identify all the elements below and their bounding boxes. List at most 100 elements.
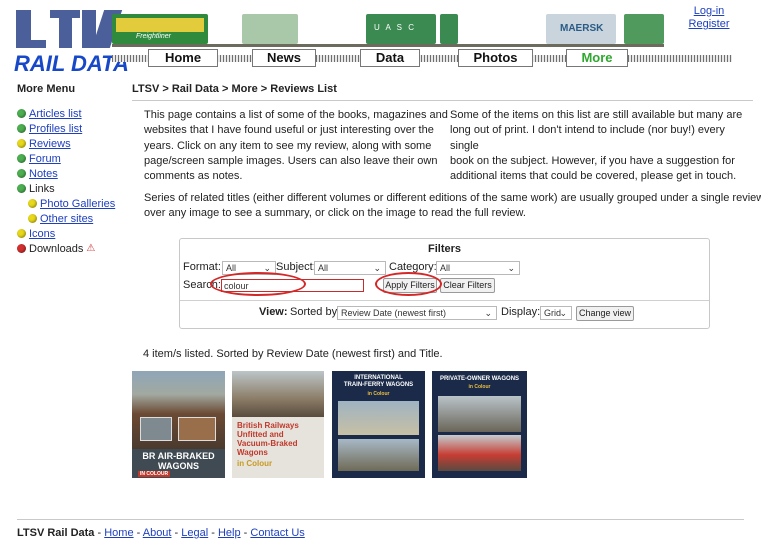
intro-line: page/screen sample images. Users can als…	[144, 154, 438, 167]
category-value: All	[440, 263, 451, 273]
status-dot-icon	[17, 229, 26, 238]
main-content: LTSV > Rail Data > More > Reviews List T…	[132, 83, 761, 478]
container-label: MAERSK	[560, 23, 604, 34]
series-line: Series of related titles (either differe…	[144, 192, 761, 204]
book-cover-unfitted-wagons[interactable]: British Railways Unfitted and Vacuum-Bra…	[232, 371, 324, 478]
chevron-down-icon: ⌄	[373, 263, 381, 273]
tab-home[interactable]: Home	[148, 49, 218, 67]
intro-line: additional items that could be covered, …	[450, 170, 737, 183]
intro-line: This page contains a list of some of the…	[144, 109, 448, 121]
sorted-by-label: Sorted by:	[290, 306, 341, 318]
sidebar-item[interactable]: Photo Galleries	[17, 196, 127, 211]
account-links: Log-in Register	[679, 5, 739, 31]
cover-photo	[338, 439, 419, 471]
sidebar-item-label[interactable]: Icons	[29, 228, 55, 240]
register-link[interactable]: Register	[679, 18, 739, 31]
rail-track	[112, 44, 664, 47]
view-label: View:	[259, 306, 288, 318]
container-label: U A S C	[374, 23, 417, 32]
filters-title: Filters	[427, 243, 461, 255]
clear-filters-button[interactable]: Clear Filters	[440, 278, 495, 293]
intro-line: book on the subject. However, if you hav…	[450, 154, 735, 167]
sidebar-item: Downloads ⚠	[17, 241, 127, 256]
filters-panel: Filters Format: All ⌄ Subject: All ⌄ Cat…	[179, 238, 710, 329]
footer-link-contact[interactable]: Contact Us	[250, 527, 304, 539]
cover-inset-photo	[178, 417, 216, 441]
divider	[180, 300, 709, 301]
footer-link-help[interactable]: Help	[218, 527, 241, 539]
subject-select[interactable]: All ⌄	[314, 261, 386, 275]
chevron-down-icon: ⌄	[559, 308, 567, 318]
ltsv-logo-mark	[14, 6, 123, 50]
intro-line: years. Click on any item to see my revie…	[144, 139, 432, 152]
intro-right: Some of the items on this list are still…	[450, 108, 744, 184]
cover-photo	[232, 371, 324, 417]
sidebar-item[interactable]: Reviews	[17, 136, 127, 151]
sidebar-item[interactable]: Icons	[17, 226, 127, 241]
login-link[interactable]: Log-in	[679, 5, 739, 18]
main-nav: Home News Data Photos More	[112, 49, 732, 67]
footer-link-home[interactable]: Home	[104, 527, 133, 539]
intro-line: Some of the items on this list are still…	[450, 109, 743, 121]
cover-tag: in Colour	[237, 459, 273, 468]
sidebar-item-label[interactable]: Articles list	[29, 108, 82, 120]
category-select[interactable]: All ⌄	[436, 261, 520, 275]
sidebar-item[interactable]: Other sites	[17, 211, 127, 226]
book-cover-private-owner-wagons[interactable]: PRIVATE-OWNER WAGONS in Colour	[432, 371, 527, 478]
sort-value: Review Date (newest first)	[341, 308, 447, 318]
sidebar-item[interactable]: Forum	[17, 151, 127, 166]
freightliner-locomotive: Freightliner	[112, 14, 208, 44]
sidebar-item-label[interactable]: Profiles list	[29, 123, 82, 135]
tab-photos[interactable]: Photos	[458, 49, 533, 67]
format-value: All	[226, 263, 237, 273]
sidebar-item[interactable]: Notes	[17, 166, 127, 181]
sidebar-item: Links	[17, 181, 127, 196]
sort-select[interactable]: Review Date (newest first) ⌄	[337, 306, 497, 320]
footer-link-about[interactable]: About	[143, 527, 172, 539]
intro-line: websites that I have found useful or jus…	[144, 124, 434, 137]
sidebar-item-label[interactable]: Other sites	[40, 213, 93, 225]
book-cover-br-air-braked[interactable]: BR AIR-BRAKED WAGONS IN COLOUR	[132, 371, 225, 478]
cover-photo	[438, 396, 521, 432]
sidebar-item[interactable]: Profiles list	[17, 121, 127, 136]
tab-data[interactable]: Data	[360, 49, 420, 67]
sidebar-item-label: Downloads	[29, 242, 84, 255]
intro-line: comments as notes.	[144, 170, 243, 183]
ltsv-logo[interactable]: RAIL DATA	[14, 6, 129, 76]
divider	[132, 100, 753, 101]
footer-link-legal[interactable]: Legal	[181, 527, 208, 539]
breadcrumb: LTSV > Rail Data > More > Reviews List	[132, 83, 337, 95]
tab-news[interactable]: News	[252, 49, 316, 67]
uasc-container: U A S C	[366, 14, 436, 44]
site-header: RAIL DATA Freightliner U A S C MAERSK Lo…	[0, 0, 761, 78]
cover-title: BR AIR-BRAKED WAGONS	[142, 451, 215, 471]
sidebar-item[interactable]: Articles list	[17, 106, 127, 121]
apply-filters-button[interactable]: Apply Filters	[383, 278, 437, 293]
cover-title: PRIVATE-OWNER WAGONS	[439, 376, 520, 382]
format-select[interactable]: All ⌄	[222, 261, 276, 275]
more-menu-title: More Menu	[17, 83, 76, 95]
chevron-down-icon: ⌄	[484, 308, 492, 318]
more-menu: More Menu Articles list Profiles list Revi…	[17, 83, 127, 256]
sidebar-item-label[interactable]: Notes	[29, 168, 58, 180]
status-dot-icon	[28, 214, 37, 223]
intro-left: This page contains a list of some of the…	[144, 108, 448, 184]
format-label: Format:	[183, 261, 221, 273]
search-input[interactable]	[221, 279, 364, 292]
subject-label: Subject:	[276, 261, 316, 273]
warning-icon: ⚠	[86, 243, 96, 254]
tab-more[interactable]: More	[566, 49, 628, 67]
category-label: Category:	[389, 261, 437, 273]
chevron-down-icon: ⌄	[507, 263, 515, 273]
status-dot-icon	[17, 244, 26, 253]
sidebar-item-label[interactable]: Photo Galleries	[40, 198, 115, 210]
results-count: 4 item/s listed. Sorted by Review Date (…	[143, 348, 443, 360]
display-select[interactable]: Grid ⌄	[540, 306, 572, 320]
cover-tag: in Colour	[468, 384, 491, 390]
sidebar-item-label[interactable]: Forum	[29, 153, 61, 165]
sidebar-item-label[interactable]: Reviews	[29, 138, 71, 150]
status-dot-icon	[17, 109, 26, 118]
status-dot-icon	[17, 139, 26, 148]
change-view-button[interactable]: Change view	[576, 306, 634, 321]
book-cover-train-ferry-wagons[interactable]: INTERNATIONAL TRAIN-FERRY WAGONS in Colo…	[332, 371, 425, 478]
